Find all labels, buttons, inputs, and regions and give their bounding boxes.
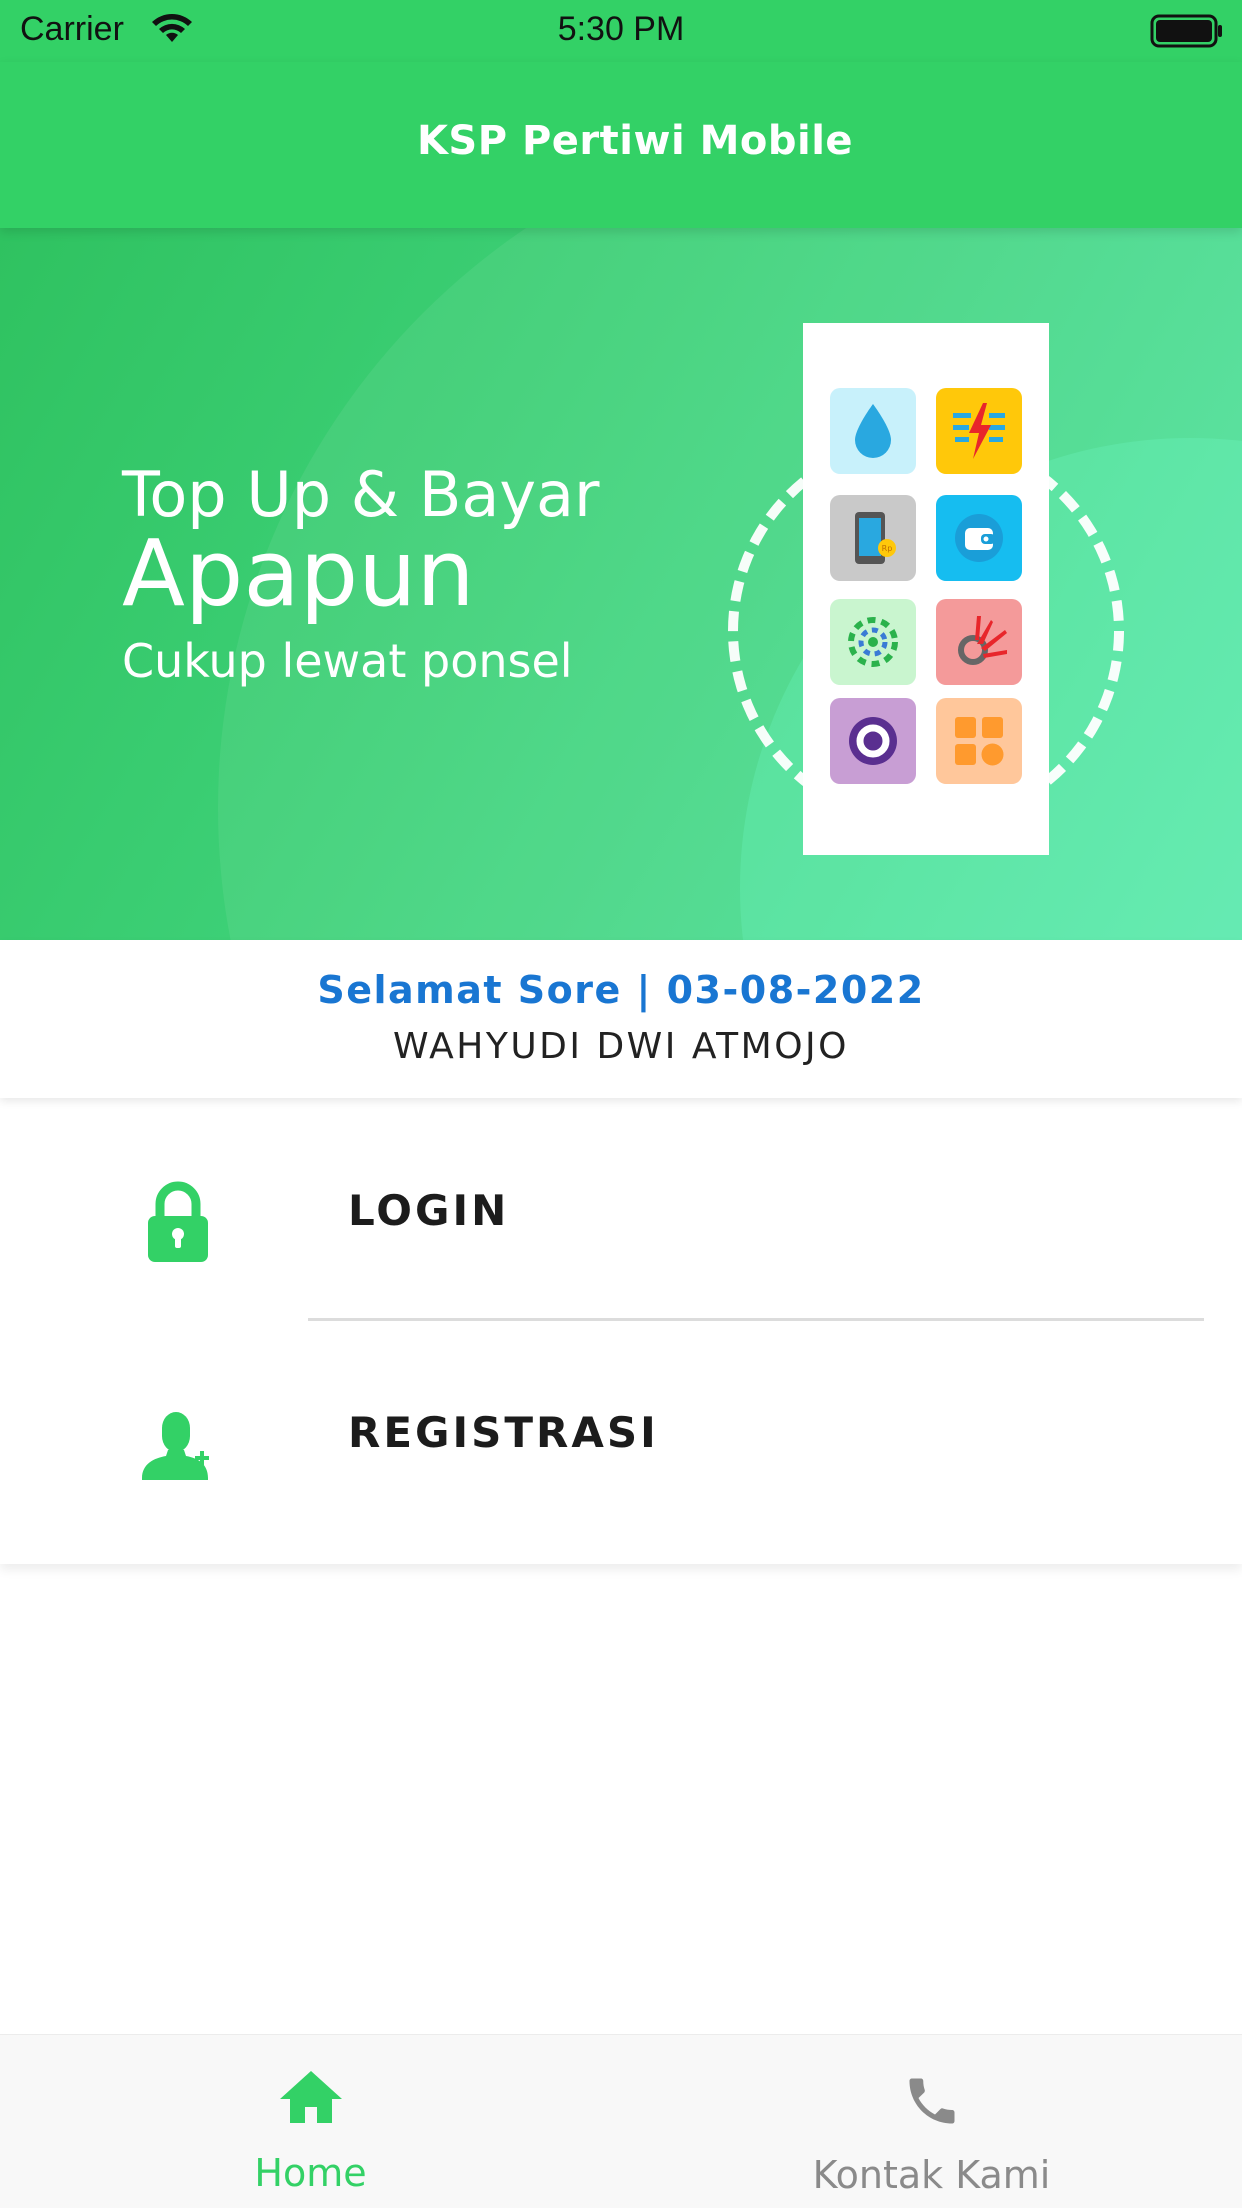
phone-icon — [621, 2071, 1242, 2135]
app-title: KSP Pertiwi Mobile — [416, 118, 854, 164]
telkom-icon — [936, 599, 1022, 685]
lock-icon — [138, 1178, 218, 1268]
electricity-icon — [936, 388, 1022, 474]
nav-home[interactable]: Home — [0, 2035, 621, 2208]
nav-home-label: Home — [254, 2151, 367, 2195]
nav-contact[interactable]: Kontak Kami — [621, 2035, 1242, 2208]
login-button[interactable]: LOGIN — [0, 1100, 1242, 1321]
banner-title: Apapun — [122, 520, 475, 627]
banner-subtitle: Cukup lewat ponsel — [122, 634, 573, 688]
svg-text:Rp: Rp — [882, 544, 893, 553]
add-user-icon — [138, 1408, 218, 1492]
status-time: 5:30 PM — [557, 10, 685, 48]
phone-credit-icon: Rp — [830, 495, 916, 581]
login-label: LOGIN — [348, 1186, 510, 1235]
auth-menu: LOGIN REGISTRASI — [0, 1100, 1242, 1564]
user-name: WAHYUDI DWI ATMOJO — [393, 1026, 849, 1067]
home-icon — [0, 2069, 621, 2129]
register-label: REGISTRASI — [348, 1408, 659, 1457]
nav-contact-label: Kontak Kami — [812, 2153, 1051, 2197]
ovo-icon — [830, 698, 916, 784]
menu-divider — [308, 1318, 1204, 1321]
bpjs-icon — [830, 599, 916, 685]
battery-icon — [1150, 14, 1224, 57]
water-drop-icon — [830, 388, 916, 474]
greeting-section: Selamat Sore | 03-08-2022 WAHYUDI DWI AT… — [0, 940, 1242, 1098]
greeting-date: Selamat Sore | 03-08-2022 — [317, 968, 925, 1012]
wallet-icon — [936, 495, 1022, 581]
status-bar: Carrier 5:30 PM — [0, 0, 1242, 62]
phone-illustration: Rp — [803, 323, 1049, 855]
bottom-navigation: Home Kontak Kami — [0, 2034, 1242, 2208]
app-bar: KSP Pertiwi Mobile — [0, 62, 1242, 228]
apps-icon — [936, 698, 1022, 784]
promo-banner: Top Up & Bayar Apapun Cukup lewat ponsel — [0, 228, 1242, 940]
register-button[interactable]: REGISTRASI — [0, 1322, 1242, 1542]
